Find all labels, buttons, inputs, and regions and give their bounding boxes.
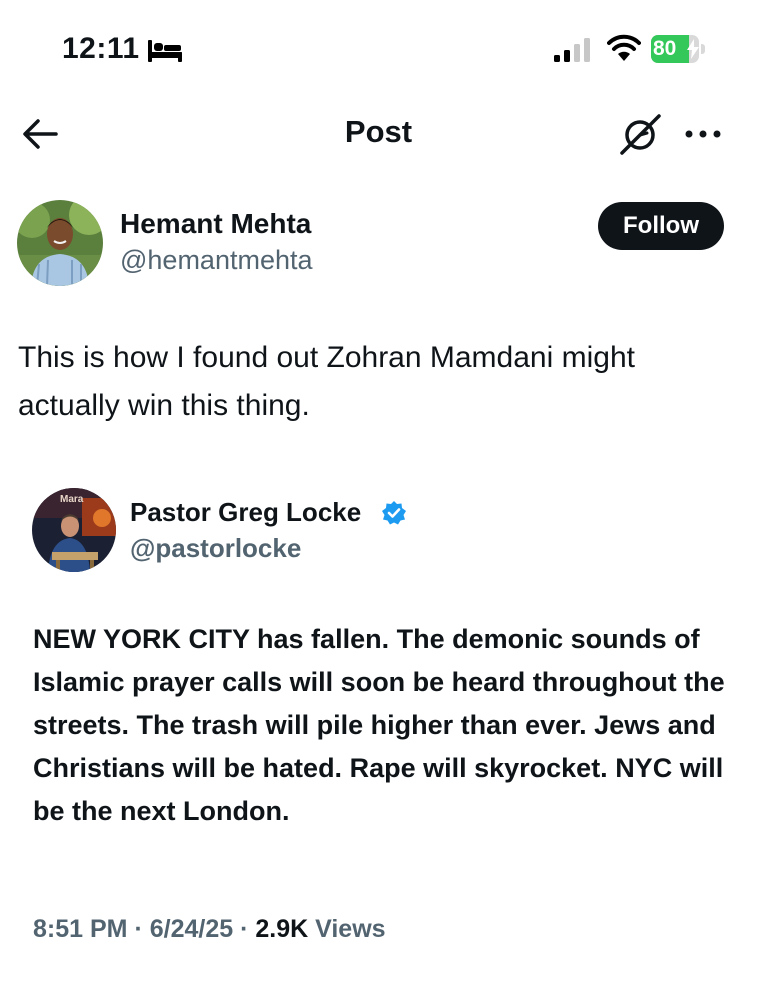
- bed-icon: [148, 40, 182, 62]
- author-avatar[interactable]: [17, 200, 103, 286]
- wifi-icon: [607, 34, 641, 61]
- grok-icon[interactable]: [617, 112, 663, 158]
- post-text: This is how I found out Zohran Mamdani m…: [18, 341, 635, 422]
- post-date: 6/24/25: [149, 915, 234, 943]
- follow-button[interactable]: Follow: [598, 202, 724, 250]
- status-time: 12:11: [62, 32, 140, 65]
- quoted-author-avatar: Mara: [32, 488, 116, 572]
- quoted-author-handle: @pastorlocke: [130, 533, 302, 563]
- author-handle[interactable]: @hemantmehta: [120, 245, 313, 276]
- charging-bolt-icon: [687, 39, 699, 59]
- battery-charging-icon: 80: [651, 35, 707, 63]
- views-label: Views: [315, 915, 386, 943]
- post-metadata: 8:51 PM · 6/24/25 · 2.9K Views: [33, 915, 386, 944]
- views-count: 2.9K: [255, 915, 309, 943]
- meta-separator: ·: [240, 915, 256, 943]
- verified-badge-icon: [382, 501, 406, 525]
- more-icon[interactable]: [683, 122, 723, 146]
- post-time: 8:51 PM: [33, 915, 128, 943]
- quoted-post-text: NEW YORK CITY has fallen. The demonic so…: [33, 624, 725, 826]
- quoted-author-name: Pastor Greg Locke: [130, 497, 362, 527]
- cellular-signal-icon: [554, 38, 590, 62]
- author-name[interactable]: Hemant Mehta: [120, 208, 311, 240]
- meta-separator: ·: [134, 915, 150, 943]
- avatar-sign-text: Mara: [60, 494, 84, 505]
- battery-percent: 80: [653, 37, 677, 60]
